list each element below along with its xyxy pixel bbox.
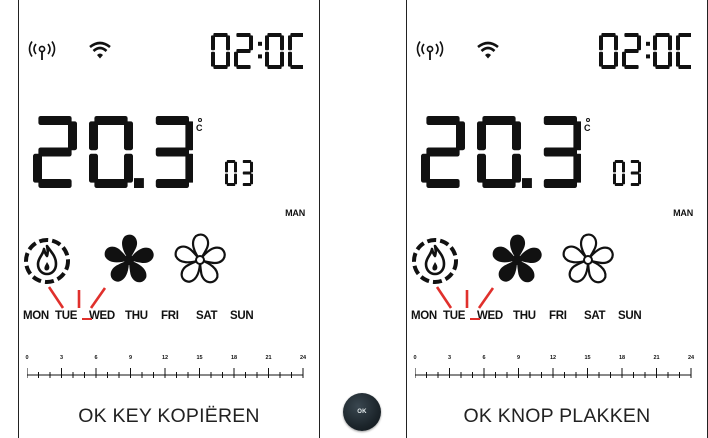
digit-0 [211, 33, 230, 69]
digit-2 [33, 116, 77, 188]
fan-icon [489, 232, 545, 288]
digit-0 [288, 33, 307, 69]
digit-0 [89, 116, 133, 188]
day-sat: SAT [584, 310, 606, 322]
digit-3 [155, 116, 195, 188]
ruler-label: 18 [230, 355, 238, 361]
colon-dot [258, 54, 262, 59]
decimal-point [522, 178, 532, 188]
day-sun: SUN [230, 310, 254, 322]
ruler-label: 3 [447, 355, 452, 361]
day-sat: SAT [196, 310, 218, 322]
ruler-label: 15 [584, 355, 591, 361]
ruler-label: 21 [653, 355, 660, 361]
digit-0 [599, 33, 618, 69]
ruler-label: 12 [549, 355, 557, 361]
digit-2 [421, 116, 465, 188]
decimal-point [134, 178, 144, 188]
ok-button[interactable]: OK [343, 393, 381, 431]
digit-0 [653, 33, 672, 69]
day-link-line [82, 318, 92, 320]
ruler-label: 6 [482, 355, 486, 361]
ruler-label: 6 [94, 355, 98, 361]
ruler-label: 9 [128, 355, 133, 361]
caption: OK KEY KOPIËREN [78, 405, 260, 427]
digit-3 [543, 116, 583, 188]
ruler-label: 21 [265, 355, 272, 361]
temperature-unit: C [583, 118, 593, 138]
ok-button-label: OK [357, 409, 367, 415]
weekday-row: MON TUE WED THU FRI SAT SUN [411, 310, 701, 326]
ruler-label: 18 [618, 355, 626, 361]
digit-0 [613, 160, 625, 186]
wifi-icon [477, 40, 499, 60]
day-fri: FRI [161, 310, 179, 322]
day-mon: MON [411, 310, 437, 322]
program-number-display [225, 160, 265, 186]
digit-2 [622, 33, 641, 69]
program-number-display [613, 160, 653, 186]
day-tue: TUE [55, 310, 78, 322]
fan-outline-icon [560, 232, 616, 288]
flame-icon [410, 236, 460, 286]
colon-dot [646, 41, 650, 46]
colon-dot [646, 54, 650, 59]
day-fri: FRI [549, 310, 567, 322]
ruler-label: 9 [516, 355, 521, 361]
digit-0 [676, 33, 695, 69]
clock-display [211, 33, 307, 69]
colon-dot [258, 41, 262, 46]
mode-label: MAN [285, 208, 305, 218]
digit-2 [234, 33, 253, 69]
temperature-display [33, 116, 195, 188]
digit-0 [225, 160, 237, 186]
fan-icon [101, 232, 157, 288]
thermostat-display-copy: C MAN MON TUE WED THU FRI SAT SUN 0 3 6 9 12 15 18 21… [18, 0, 320, 438]
digit-3 [630, 160, 641, 186]
caption: OK KNOP PLAKKEN [463, 405, 651, 427]
day-link-line [470, 318, 480, 320]
ruler-label: 12 [161, 355, 169, 361]
mode-label: MAN [673, 208, 693, 218]
hour-ruler: 0 3 6 9 12 15 18 21 24 [25, 355, 309, 385]
ruler-label: 3 [59, 355, 64, 361]
signal-icon [27, 40, 57, 62]
temperature-unit: C [195, 118, 205, 138]
thermostat-display-paste: C MAN MON TUE WED THU FRI SAT SUN 0 3 6 9 12 15 18 21… [406, 0, 708, 438]
clock-display [599, 33, 695, 69]
day-thu: THU [125, 310, 148, 322]
ruler-label: 0 [413, 355, 417, 361]
digit-3 [242, 160, 253, 186]
day-wed: WED [89, 310, 115, 322]
ruler-label: 24 [299, 355, 307, 361]
hour-ruler: 0 3 6 9 12 15 18 21 24 [413, 355, 697, 385]
day-thu: THU [513, 310, 536, 322]
digit-0 [477, 116, 521, 188]
flame-icon [22, 236, 72, 286]
day-mon: MON [23, 310, 49, 322]
digit-0 [265, 33, 284, 69]
fan-outline-icon [172, 232, 228, 288]
day-wed: WED [477, 310, 503, 322]
wifi-icon [89, 40, 111, 60]
day-sun: SUN [618, 310, 642, 322]
ruler-label: 0 [25, 355, 29, 361]
signal-icon [415, 40, 445, 62]
day-tue: TUE [443, 310, 466, 322]
temperature-display [421, 116, 583, 188]
weekday-row: MON TUE WED THU FRI SAT SUN [23, 310, 313, 326]
ruler-label: 15 [196, 355, 203, 361]
ruler-label: 24 [687, 355, 695, 361]
